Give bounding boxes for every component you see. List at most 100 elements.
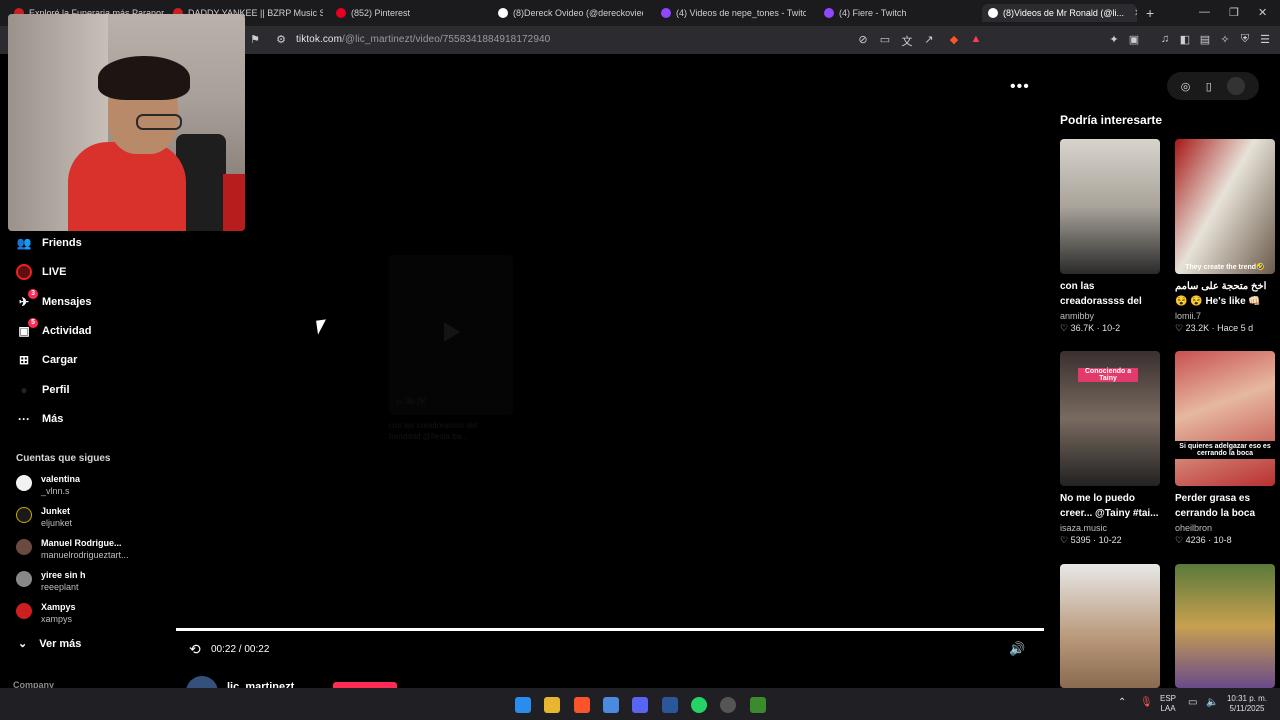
activity-badge: 5	[28, 318, 38, 328]
recommended-video-card[interactable]: Si quieres adelgazar eso es cerrando la …	[1175, 351, 1275, 546]
webcam-person-hair	[98, 56, 190, 100]
following-item[interactable]: yiree sin h reeeplant	[16, 569, 86, 593]
friends-icon: 👥	[16, 236, 32, 250]
vpn-icon[interactable]: ⛨	[1238, 33, 1252, 46]
obs-icon[interactable]	[720, 697, 736, 713]
store-icon[interactable]	[603, 697, 619, 713]
browser-tab[interactable]: (852) Pinterest	[336, 4, 476, 22]
browser-tab-active[interactable]: (8)Videos de Mr Ronald (@li...✕	[982, 4, 1137, 22]
live-icon	[16, 264, 32, 280]
nav-upload[interactable]: ⊞ Cargar	[16, 352, 78, 368]
see-more-button[interactable]: ⌄ Ver más	[18, 637, 81, 651]
ghost-caption: con las creadorassss del trendddd @fiest…	[389, 421, 478, 441]
recommended-video-card[interactable]: con las creadorassss del trendddd @fies.…	[1060, 139, 1160, 334]
webcam-object	[223, 174, 245, 231]
language-indicator[interactable]: ESP LAA	[1160, 694, 1176, 714]
video-player[interactable]	[176, 54, 1044, 688]
video-progress-bar[interactable]	[176, 628, 1044, 631]
recommended-video-card[interactable]	[1175, 564, 1275, 688]
tray-chevron-icon[interactable]: ⌃	[1118, 698, 1126, 708]
music-icon[interactable]: ♫	[1158, 33, 1172, 45]
following-item[interactable]: valentina _vlnn.s	[16, 473, 80, 497]
extensions-icon[interactable]: ✦	[1107, 33, 1121, 46]
nav-live[interactable]: LIVE	[16, 264, 66, 280]
clock[interactable]: 10:31 p. m. 5/11/2025	[1224, 694, 1270, 714]
recommended-video-card[interactable]: They create the trend🤣 اخخ متحجة على سام…	[1175, 139, 1275, 334]
ai-icon[interactable]: ✧	[1218, 33, 1232, 46]
recommended-video-card[interactable]: Conociendo a Tainy No me lo puedo creer.…	[1060, 351, 1160, 546]
thumbnail-overlay-text: Si quieres adelgazar eso es cerrando la …	[1175, 441, 1275, 459]
webcam-person-glasses	[136, 114, 182, 130]
following-item[interactable]: Manuel Rodrigue... manuelrodrigueztart...	[16, 537, 129, 561]
menu-icon[interactable]: ☰	[1258, 33, 1272, 46]
avatar	[16, 571, 32, 587]
webcam-overlay	[8, 14, 245, 231]
video-thumbnail: They create the trend🤣	[1175, 139, 1275, 274]
mouse-cursor-icon	[316, 319, 328, 335]
bookmark-icon[interactable]: ⚑	[248, 33, 262, 46]
rewards-icon[interactable]: ▲	[969, 33, 983, 45]
maximize-button[interactable]: ❐	[1229, 6, 1239, 19]
no-cast-icon[interactable]: ⊘	[856, 33, 870, 46]
network-icon[interactable]: ▭	[1188, 698, 1197, 708]
upload-icon: ⊞	[18, 353, 30, 367]
messages-icon: ✈ 3	[16, 289, 38, 310]
file-explorer-icon[interactable]	[544, 697, 560, 713]
tiktok-icon	[498, 8, 508, 18]
nav-friends[interactable]: 👥 Friends	[16, 235, 82, 251]
thumbnail-overlay-text: They create the trend🤣	[1185, 264, 1265, 271]
video-more-button[interactable]: •••	[1010, 78, 1030, 96]
video-thumbnail	[1060, 139, 1160, 274]
leo-icon[interactable]: ▤	[1198, 33, 1212, 46]
more-icon: ···	[18, 412, 30, 426]
minimize-button[interactable]: —	[1199, 6, 1210, 18]
site-settings-icon[interactable]: ⚙	[274, 33, 288, 46]
video-thumbnail: Si quieres adelgazar eso es cerrando la …	[1175, 351, 1275, 486]
volume-icon[interactable]: 🔊	[1009, 641, 1025, 657]
discord-icon[interactable]	[632, 697, 648, 713]
browser-tab[interactable]: (4) Fiere - Twitch	[824, 4, 964, 22]
wallet-icon[interactable]: ▣	[1127, 33, 1141, 46]
replay-icon[interactable]: ⟲	[189, 641, 201, 658]
video-time: 00:22 / 00:22	[211, 644, 270, 655]
twitch-icon	[661, 8, 671, 18]
compass-icon[interactable]: ◎	[1181, 80, 1191, 93]
word-icon[interactable]	[662, 697, 678, 713]
live-dot	[16, 264, 32, 280]
url-field[interactable]: tiktok.com/@lic_martinezt/video/75583418…	[296, 34, 550, 45]
speaker-icon[interactable]: 🔈	[1206, 698, 1218, 708]
nav-more[interactable]: ··· Más	[16, 411, 63, 427]
brave-shield-icon[interactable]: ◆	[947, 33, 961, 46]
messages-badge: 3	[28, 289, 38, 299]
nav-profile[interactable]: ● Perfil	[16, 382, 69, 398]
browser-tab[interactable]: (8)Dereck Ovideo (@dereckoviedo20...	[498, 4, 643, 22]
following-item[interactable]: Xampys xampys	[16, 601, 76, 625]
profile-icon: ●	[20, 383, 28, 397]
recommended-video-card[interactable]	[1060, 564, 1160, 688]
ghost-views: ▷ 36.7K	[397, 397, 427, 406]
browser-tab[interactable]: (4) Videos de nepe_tones - Twitch	[661, 4, 806, 22]
minecraft-icon[interactable]	[750, 697, 766, 713]
nav-activity[interactable]: ▣ 5 Actividad	[16, 318, 92, 339]
new-tab-button[interactable]: +	[1146, 5, 1154, 21]
translate-icon[interactable]: 文	[900, 33, 914, 49]
close-window-button[interactable]: ✕	[1258, 6, 1267, 19]
share-icon[interactable]: ↗	[922, 33, 936, 46]
play-icon	[444, 322, 460, 342]
device-icon[interactable]: ▯	[1206, 80, 1212, 93]
avatar	[16, 507, 32, 523]
screen-icon[interactable]: ▭	[878, 33, 892, 46]
brave-browser-icon[interactable]	[574, 697, 590, 713]
nav-messages[interactable]: ✈ 3 Mensajes	[16, 289, 92, 310]
close-tab-icon[interactable]: ✕	[1134, 8, 1137, 19]
following-item[interactable]: Junket eljunket	[16, 505, 72, 529]
heart-icon: ♡	[1175, 323, 1186, 333]
windows-start-icon[interactable]	[515, 697, 531, 713]
card-stats: ♡ 36.7K · 10-2	[1060, 323, 1121, 333]
webcam-person-body	[68, 142, 186, 231]
microphone-icon[interactable]: 🎙	[1140, 698, 1153, 708]
video-thumbnail	[1060, 564, 1160, 688]
sidebar-icon[interactable]: ◧	[1178, 33, 1192, 46]
whatsapp-icon[interactable]	[691, 697, 707, 713]
user-avatar[interactable]	[1227, 77, 1246, 95]
